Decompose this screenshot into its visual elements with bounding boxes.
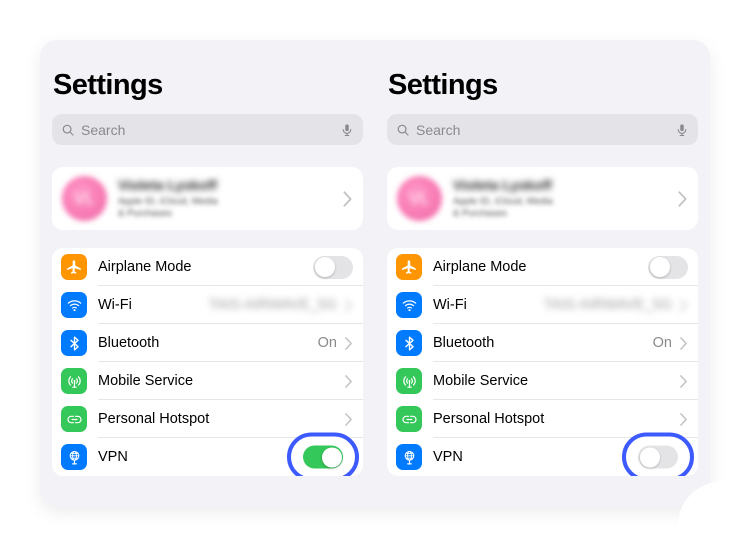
settings-row-label: Personal Hotspot <box>433 411 545 428</box>
highlight-ring <box>622 432 694 477</box>
settings-row-label: Airplane Mode <box>433 259 527 276</box>
profile-text: Violeta Lyskoff Apple ID, iCloud, Media & … <box>453 177 666 221</box>
profile-subtitle-line2: & Purchases <box>453 208 507 220</box>
settings-list: Airplane Mode Wi-Fi TAIS-AIRWAVE_5G Bluetoo… <box>387 248 698 477</box>
highlight-ring <box>287 432 359 477</box>
page-title: Settings <box>388 69 498 101</box>
toggle-knob <box>321 447 342 468</box>
settings-row-label: Airplane Mode <box>98 259 192 276</box>
settings-row-airplane-mode[interactable]: Airplane Mode <box>52 248 363 287</box>
search-placeholder: Search <box>81 121 126 138</box>
toggle-knob <box>314 257 335 278</box>
avatar: VL <box>62 176 107 222</box>
apple-id-profile-row[interactable]: VL Violeta Lyskoff Apple ID, iCloud, Media… <box>387 167 698 231</box>
microphone-icon[interactable] <box>340 123 354 137</box>
settings-comparison-card: Settings Search VL Violeta Lyskoff Apple ID,… <box>40 40 710 506</box>
search-placeholder: Search <box>416 121 461 138</box>
chevron-right-icon <box>679 336 688 351</box>
settings-row-label: Mobile Service <box>433 373 529 390</box>
vpn-globe-icon <box>61 444 87 471</box>
microphone-icon[interactable] <box>675 123 689 137</box>
chevron-right-icon <box>679 412 688 427</box>
chevron-right-icon <box>344 298 353 313</box>
settings-row-label: Personal Hotspot <box>98 411 210 428</box>
settings-panel-left: Settings Search VL Violeta Lyskoff Apple ID,… <box>40 40 375 506</box>
settings-row-bluetooth[interactable]: Bluetooth On <box>387 324 698 363</box>
chevron-right-icon <box>344 374 353 389</box>
hotspot-link-icon <box>396 406 422 433</box>
profile-subtitle-line1: Apple ID, iCloud, Media <box>118 195 218 207</box>
chevron-right-icon <box>677 190 688 208</box>
bluetooth-icon <box>396 330 422 357</box>
chevron-right-icon <box>344 412 353 427</box>
settings-row-wi-fi[interactable]: Wi-Fi TAIS-AIRWAVE_5G <box>52 286 363 325</box>
settings-row-value: On <box>652 335 672 352</box>
settings-row-label: Mobile Service <box>98 373 194 390</box>
profile-name: Violeta Lyskoff <box>118 177 217 194</box>
search-icon <box>396 123 410 137</box>
toggle-switch-airplane-mode[interactable] <box>648 255 688 279</box>
cellular-antenna-icon <box>396 368 422 395</box>
wifi-icon <box>396 292 422 319</box>
bluetooth-icon <box>61 330 87 357</box>
toggle-knob <box>649 257 670 278</box>
page-root: Settings Search VL Violeta Lyskoff Apple ID,… <box>0 0 750 548</box>
settings-row-value: On <box>317 335 337 352</box>
avatar-initials: VL <box>74 188 95 208</box>
page-title: Settings <box>53 69 163 101</box>
settings-row-vpn[interactable]: VPN <box>387 432 698 477</box>
settings-row-bluetooth[interactable]: Bluetooth On <box>52 324 363 363</box>
cellular-antenna-icon <box>61 368 87 395</box>
airplane-icon <box>396 254 422 281</box>
settings-row-wi-fi[interactable]: Wi-Fi TAIS-AIRWAVE_5G <box>387 286 698 325</box>
apple-id-profile-row[interactable]: VL Violeta Lyskoff Apple ID, iCloud, Media… <box>52 167 363 231</box>
airplane-icon <box>61 254 87 281</box>
settings-row-mobile-service[interactable]: Mobile Service <box>387 362 698 401</box>
profile-name: Violeta Lyskoff <box>453 177 552 194</box>
wifi-icon <box>61 292 87 319</box>
chevron-right-icon <box>344 336 353 351</box>
settings-row-label: Bluetooth <box>98 335 160 352</box>
settings-panel-right: Settings Search VL Violeta Lyskoff Apple ID,… <box>375 40 710 506</box>
toggle-switch-airplane-mode[interactable] <box>313 255 353 279</box>
search-icon <box>61 123 75 137</box>
settings-row-value: TAIS-AIRWAVE_5G <box>208 297 337 314</box>
settings-row-vpn[interactable]: VPN <box>52 432 363 477</box>
settings-row-airplane-mode[interactable]: Airplane Mode <box>387 248 698 287</box>
hotspot-link-icon <box>61 406 87 433</box>
settings-row-label: Bluetooth <box>433 335 495 352</box>
profile-subtitle-line2: & Purchases <box>118 208 172 220</box>
toggle-knob <box>639 447 660 468</box>
search-input[interactable]: Search <box>52 114 363 146</box>
avatar-initials: VL <box>409 188 430 208</box>
settings-list: Airplane Mode Wi-Fi TAIS-AIRWAVE_5G Bluetoo… <box>52 248 363 477</box>
settings-row-label: Wi-Fi <box>433 297 467 314</box>
search-input[interactable]: Search <box>387 114 698 146</box>
chevron-right-icon <box>679 374 688 389</box>
settings-row-value: TAIS-AIRWAVE_5G <box>543 297 672 314</box>
chevron-right-icon <box>679 298 688 313</box>
vpn-globe-icon <box>396 444 422 471</box>
profile-text: Violeta Lyskoff Apple ID, iCloud, Media & … <box>118 177 331 221</box>
toggle-switch-vpn[interactable] <box>303 445 343 469</box>
settings-row-label: Wi-Fi <box>98 297 132 314</box>
chevron-right-icon <box>342 190 353 208</box>
profile-subtitle-line1: Apple ID, iCloud, Media <box>453 195 553 207</box>
settings-row-mobile-service[interactable]: Mobile Service <box>52 362 363 401</box>
avatar: VL <box>397 176 442 222</box>
toggle-switch-vpn[interactable] <box>638 445 678 469</box>
